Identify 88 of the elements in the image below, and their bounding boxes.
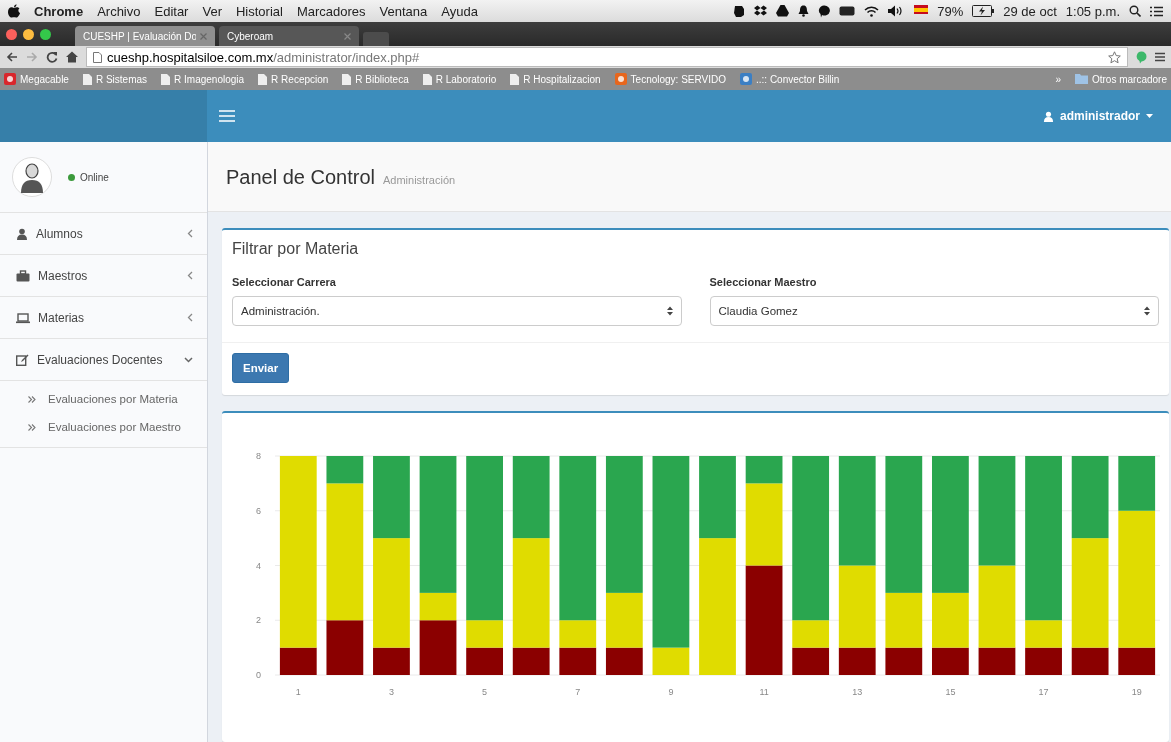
menu-item[interactable]: Editar: [154, 3, 189, 19]
axis-label: 5: [482, 686, 488, 697]
axis-label: 0: [256, 669, 261, 680]
axis-label: 9: [668, 686, 674, 697]
menu-item[interactable]: Ver: [202, 3, 222, 19]
page-icon: [93, 51, 102, 63]
page-icon: [342, 73, 352, 85]
reload-icon[interactable]: [46, 51, 58, 63]
sort-arrows-icon: [666, 305, 673, 316]
clock: 1:05 p.m.: [1065, 3, 1120, 19]
folder-icon: [1074, 74, 1088, 84]
bar-segment: [466, 647, 503, 675]
axis-label: 4: [256, 560, 261, 571]
bell-icon[interactable]: [798, 5, 810, 17]
bar-segment: [792, 647, 830, 675]
menu-item[interactable]: Chrome: [34, 3, 84, 19]
menu-item[interactable]: Marcadores: [296, 3, 366, 19]
menu-item[interactable]: Ventana: [379, 3, 428, 19]
sort-arrows-icon: [1144, 305, 1150, 316]
back-icon[interactable]: [6, 51, 18, 63]
menu-icon[interactable]: [1155, 52, 1165, 62]
site-icon: [4, 73, 16, 85]
minimize-window-icon[interactable]: [23, 28, 34, 40]
battery-icon[interactable]: [972, 5, 995, 17]
speech-bubble-icon[interactable]: [818, 4, 831, 18]
apple-logo-icon: [8, 4, 20, 18]
axis-label: 13: [852, 686, 863, 697]
wifi-icon[interactable]: [864, 5, 880, 17]
field-label: Seleccionar Carrera: [232, 275, 337, 288]
user-icon: [1043, 110, 1054, 122]
page-title: Panel de Control: [226, 166, 375, 189]
laptop-icon: [16, 311, 30, 324]
axis-label: 17: [1038, 686, 1049, 697]
field-label: Seleccionar Maestro: [709, 275, 818, 288]
date: 29 de oct: [1003, 3, 1057, 19]
sidebar-item[interactable]: Alumnos: [0, 213, 207, 255]
search-icon[interactable]: [1129, 5, 1141, 17]
page-icon: [82, 73, 92, 85]
user-menu[interactable]: administrador: [1037, 108, 1159, 124]
edit-icon: [16, 353, 29, 366]
avatar: [12, 157, 52, 197]
axis-label: 7: [575, 686, 581, 697]
flag-icon[interactable]: [914, 5, 929, 17]
address-bar[interactable]: cueshp.hospitalsiloe.com.mx/administrator/index.php#: [86, 47, 1128, 67]
page-subtitle: Administración: [383, 174, 456, 186]
bar-segment: [1025, 647, 1062, 675]
caret-icon: [1146, 114, 1153, 118]
menu-item[interactable]: Archivo: [97, 3, 141, 19]
browser-tab[interactable]: Cyberoam: [219, 26, 359, 46]
sidebar-subitem[interactable]: Evaluaciones por Materia: [0, 385, 207, 413]
sidebar-subitem[interactable]: Evaluaciones por Maestro: [0, 413, 207, 441]
sidebar-item[interactable]: Evaluaciones Docentes: [0, 339, 207, 381]
select-field[interactable]: Administración.: [232, 295, 682, 326]
site-icon: [740, 73, 752, 85]
double-chevron-icon: [28, 423, 36, 431]
battery-percent: 79%: [937, 3, 964, 19]
box-icon[interactable]: [754, 5, 768, 17]
axis-label: 1: [295, 686, 301, 697]
double-chevron-icon: [28, 395, 36, 403]
maximize-window-icon[interactable]: [40, 28, 51, 40]
sidebar-item[interactable]: Maestros: [0, 255, 207, 297]
bar-segment: [559, 647, 597, 675]
sidebar-item[interactable]: Materias: [0, 297, 207, 339]
axis-label: 3: [388, 686, 394, 697]
page-icon: [510, 73, 520, 85]
page-icon: [161, 73, 171, 85]
home-icon[interactable]: [66, 51, 78, 63]
panel-title: Filtrar por Materia: [232, 239, 359, 257]
select-field[interactable]: Claudia Gomez: [709, 295, 1159, 326]
axis-label: 2: [256, 615, 261, 626]
axis-label: 15: [945, 686, 956, 697]
star-icon[interactable]: [1108, 50, 1121, 64]
triangle-icon[interactable]: [776, 5, 790, 17]
axis-label: 19: [1131, 686, 1142, 697]
briefcase-icon: [16, 269, 30, 282]
menu-item[interactable]: Ayuda: [441, 3, 478, 19]
page-icon: [422, 73, 432, 85]
axis-label: 8: [256, 450, 261, 461]
menu-item[interactable]: Historial: [235, 3, 283, 19]
axis-label: 11: [759, 686, 769, 697]
user-icon: [16, 227, 28, 240]
submit-button[interactable]: Enviar: [232, 352, 290, 383]
axis-label: 6: [256, 505, 261, 516]
site-icon: [614, 73, 627, 85]
online-status: Online: [68, 171, 109, 183]
page-icon: [258, 73, 268, 85]
list-icon[interactable]: [1150, 5, 1163, 17]
close-window-icon[interactable]: [6, 28, 17, 40]
